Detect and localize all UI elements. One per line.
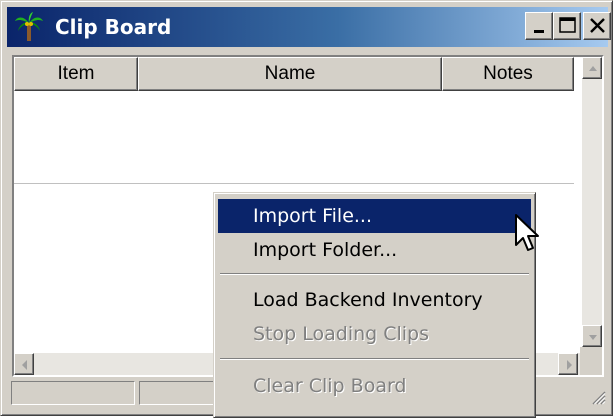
minimize-button[interactable] xyxy=(525,12,553,40)
mouse-cursor-icon xyxy=(515,214,539,251)
context-menu: Import File... Import Folder... Load Bac… xyxy=(213,192,536,418)
resize-grip-icon[interactable] xyxy=(588,387,606,405)
maximize-button[interactable] xyxy=(553,12,581,40)
menu-separator xyxy=(220,358,529,360)
scrollbar-corner xyxy=(580,347,602,375)
column-header-item[interactable]: Item xyxy=(14,57,138,91)
list-header: Item Name Notes xyxy=(14,57,574,91)
menu-item-import-folder[interactable]: Import Folder... xyxy=(218,233,531,267)
close-button[interactable] xyxy=(583,12,611,40)
column-header-notes[interactable]: Notes xyxy=(442,57,574,91)
arrow-down-icon xyxy=(589,335,597,340)
menu-separator xyxy=(220,273,529,275)
maximize-icon xyxy=(559,17,576,33)
menu-item-load-backend-inventory[interactable]: Load Backend Inventory xyxy=(218,283,531,317)
title-bar[interactable]: Clip Board xyxy=(7,7,611,47)
window-title: Clip Board xyxy=(55,15,172,39)
minimize-icon xyxy=(534,30,544,33)
palm-tree-icon xyxy=(15,12,43,41)
arrow-up-icon xyxy=(589,66,597,71)
menu-item-import-file[interactable]: Import File... xyxy=(218,199,531,233)
menu-item-clear-clip-board: Clear Clip Board xyxy=(253,375,407,397)
arrow-left-icon xyxy=(22,360,27,370)
menu-item-stop-loading-clips: Stop Loading Clips xyxy=(253,323,430,345)
arrow-right-icon xyxy=(567,360,572,370)
scroll-right-button[interactable] xyxy=(558,353,578,375)
status-panel xyxy=(11,381,135,405)
column-header-name[interactable]: Name xyxy=(138,57,442,91)
status-panel xyxy=(139,381,219,405)
close-icon xyxy=(590,18,605,33)
vertical-scrollbar[interactable] xyxy=(582,57,602,347)
scroll-left-button[interactable] xyxy=(14,353,34,375)
scroll-up-button[interactable] xyxy=(582,57,602,79)
row-divider xyxy=(14,183,574,184)
scroll-down-button[interactable] xyxy=(582,325,602,347)
